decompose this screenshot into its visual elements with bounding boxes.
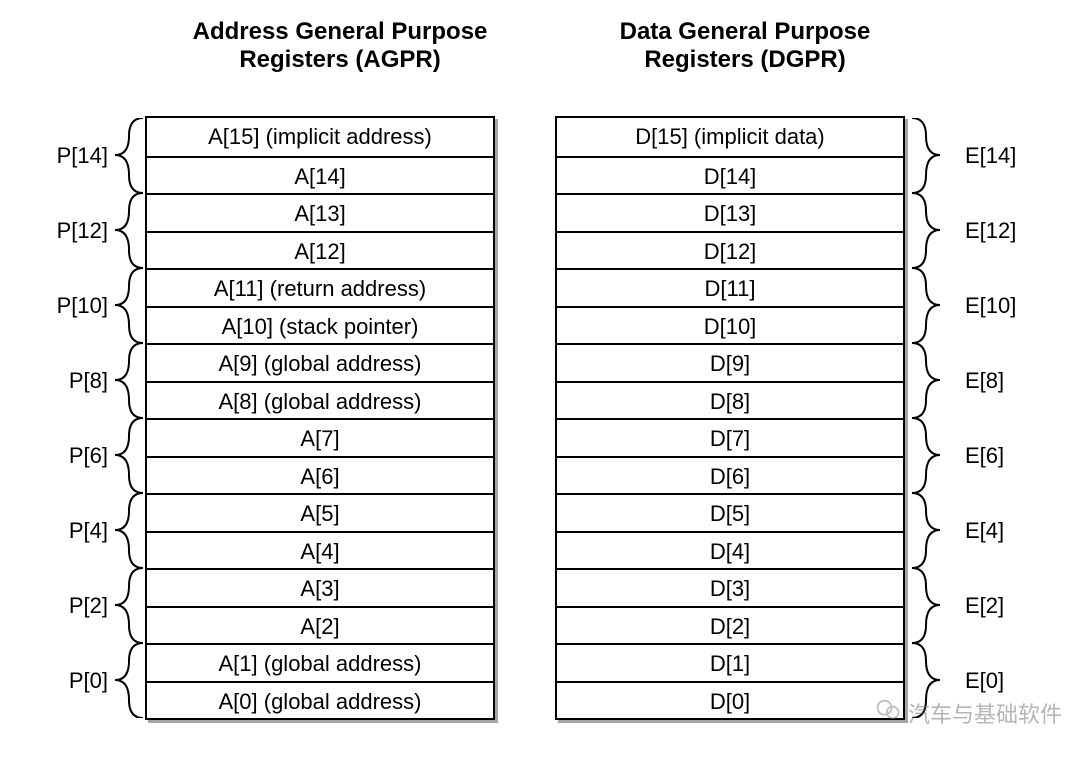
dgpr-row: D[4] [557,531,903,569]
dgpr-row: D[2] [557,606,903,644]
watermark: 汽车与基础软件 [874,696,1062,730]
agpr-title: Address General Purpose Registers (AGPR) [165,18,515,74]
brace-icon [115,268,143,343]
e-label: E[0] [965,668,1025,694]
brace-icon [912,343,940,418]
dgpr-row: D[5] [557,493,903,531]
brace-icon [912,418,940,493]
e-label: E[2] [965,593,1025,619]
agpr-row: A[15] (implicit address) [147,118,493,156]
dgpr-row: D[10] [557,306,903,344]
brace-icon [912,193,940,268]
brace-icon [912,493,940,568]
agpr-row: A[13] [147,193,493,231]
p-label: P[10] [48,293,108,319]
dgpr-row: D[3] [557,568,903,606]
dgpr-row: D[6] [557,456,903,494]
brace-icon [115,643,143,718]
agpr-row: A[0] (global address) [147,681,493,719]
brace-icon [912,268,940,343]
watermark-text: 汽车与基础软件 [908,697,1062,729]
register-diagram: Address General Purpose Registers (AGPR)… [0,0,1080,758]
p-label: P[2] [48,593,108,619]
e-label: E[14] [965,143,1025,169]
p-label: P[14] [48,143,108,169]
agpr-row: A[3] [147,568,493,606]
brace-icon [115,118,143,193]
dgpr-row: D[13] [557,193,903,231]
e-label: E[8] [965,368,1025,394]
wechat-icon [874,696,902,730]
agpr-row: A[14] [147,156,493,194]
agpr-row: A[8] (global address) [147,381,493,419]
dgpr-row: D[15] (implicit data) [557,118,903,156]
agpr-row: A[12] [147,231,493,269]
e-label: E[6] [965,443,1025,469]
brace-icon [115,568,143,643]
agpr-row: A[11] (return address) [147,268,493,306]
brace-icon [115,193,143,268]
agpr-row: A[9] (global address) [147,343,493,381]
p-label: P[0] [48,668,108,694]
dgpr-row: D[7] [557,418,903,456]
brace-icon [115,343,143,418]
agpr-row: A[6] [147,456,493,494]
brace-icon [115,493,143,568]
e-label: E[12] [965,218,1025,244]
e-label: E[10] [965,293,1025,319]
dgpr-row: D[12] [557,231,903,269]
brace-icon [912,568,940,643]
p-label: P[8] [48,368,108,394]
dgpr-row: D[9] [557,343,903,381]
e-label: E[4] [965,518,1025,544]
p-label: P[12] [48,218,108,244]
agpr-table: A[15] (implicit address) A[14] A[13] A[1… [145,116,495,720]
dgpr-title: Data General Purpose Registers (DGPR) [570,18,920,74]
dgpr-row: D[0] [557,681,903,719]
p-label: P[6] [48,443,108,469]
dgpr-row: D[11] [557,268,903,306]
dgpr-table: D[15] (implicit data) D[14] D[13] D[12] … [555,116,905,720]
dgpr-row: D[8] [557,381,903,419]
dgpr-row: D[1] [557,643,903,681]
brace-icon [912,118,940,193]
agpr-row: A[4] [147,531,493,569]
dgpr-row: D[14] [557,156,903,194]
agpr-row: A[10] (stack pointer) [147,306,493,344]
agpr-row: A[2] [147,606,493,644]
p-label: P[4] [48,518,108,544]
agpr-row: A[1] (global address) [147,643,493,681]
agpr-row: A[5] [147,493,493,531]
agpr-row: A[7] [147,418,493,456]
brace-icon [115,418,143,493]
